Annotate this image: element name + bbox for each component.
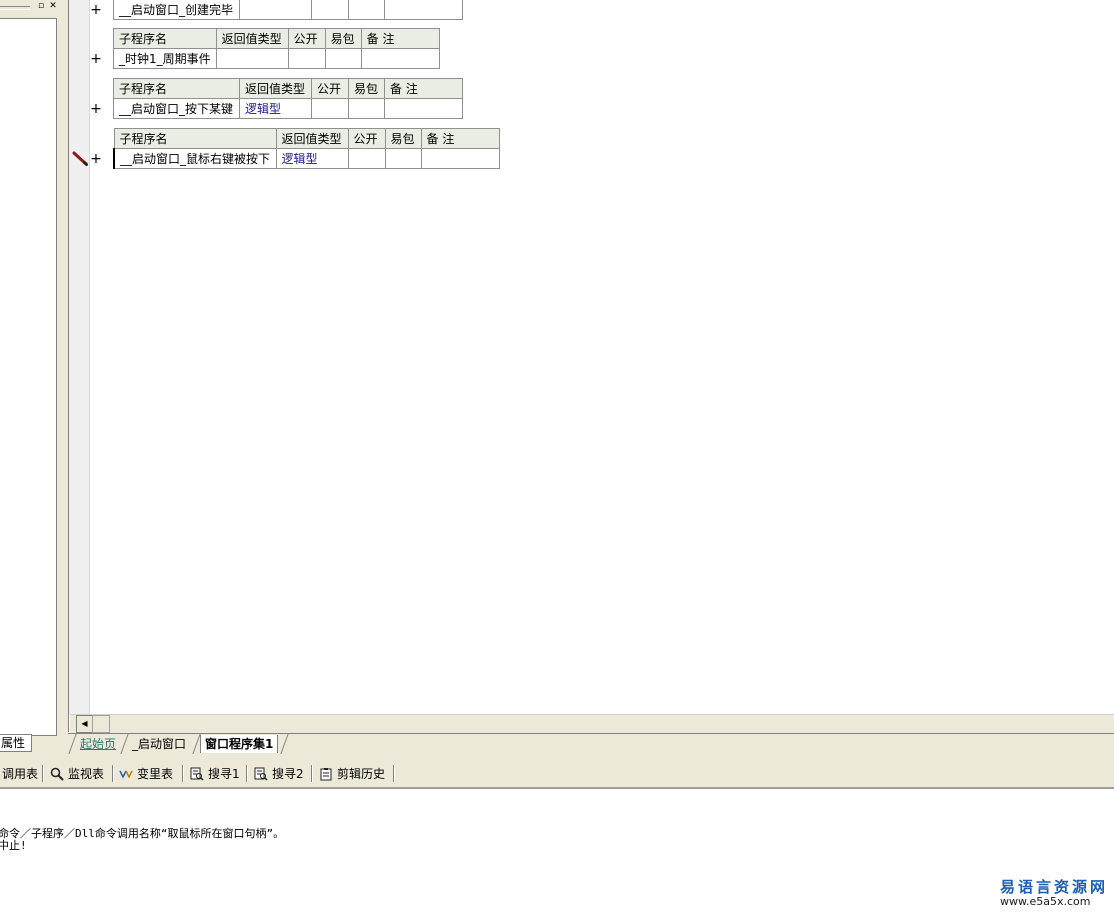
return-type-cell[interactable]: 逻辑型 (275, 148, 349, 169)
subroutine-name[interactable]: _时钟1_周期事件 (113, 48, 217, 69)
watermark-url: www.e5a5x.com (1000, 895, 1091, 908)
scroll-left-arrow-icon[interactable]: ◀ (76, 715, 93, 733)
public-cell[interactable] (311, 98, 349, 119)
table-header-row: 子程序名 返回值类型 公开 易包 备 注 (113, 128, 500, 149)
note-cell[interactable] (360, 48, 440, 69)
header-easy-pack: 易包 (348, 78, 385, 99)
expand-icon[interactable]: + (90, 52, 102, 66)
header-subroutine-name: 子程序名 (113, 28, 217, 49)
tab-label: 监视表 (68, 767, 105, 781)
tab-label: 调用表 (2, 767, 39, 781)
bottom-tab-bar: 调用表 监视表 变里表 搜寻1 搜寻2 剪辑历史 (0, 761, 1114, 789)
tab-label: 变里表 (137, 767, 174, 781)
scroll-thumb[interactable] (92, 715, 110, 733)
subroutine-table: 子程序名 返回值类型 公开 易包 备 注 __启动窗口_按下某键 逻辑型 (113, 78, 463, 119)
tab-search-1[interactable]: 搜寻1 (190, 765, 240, 783)
tab-clip-history[interactable]: 剪辑历史 (319, 765, 385, 783)
watermark-title: 易语言资源网 (1000, 878, 1109, 896)
output-line: 命令／子程序／Dll命令调用名称“取鼠标所在窗口句柄”。 (0, 827, 285, 840)
tab-window-assembly[interactable]: 窗口程序集1 (200, 735, 279, 753)
return-type-cell[interactable] (239, 0, 312, 20)
subroutine-name[interactable]: __启动窗口_按下某键 (113, 98, 240, 119)
public-cell[interactable] (287, 48, 326, 69)
tab-divider (112, 765, 114, 782)
header-note: 备 注 (420, 128, 500, 149)
note-cell[interactable] (420, 148, 500, 169)
header-public: 公开 (287, 28, 326, 49)
table-header-row: 子程序名 返回值类型 公开 易包 备 注 (113, 28, 440, 49)
header-return-type: 返回值类型 (239, 78, 312, 99)
public-cell[interactable] (347, 148, 386, 169)
search-list-icon (190, 767, 204, 781)
return-type-cell[interactable]: 逻辑型 (239, 98, 312, 119)
panel-title-bar: ▫ ✕ (0, 0, 62, 14)
easy-pack-cell[interactable] (384, 148, 422, 169)
subroutine-table: __启动窗口_创建完毕 (113, 0, 463, 20)
note-cell[interactable] (384, 98, 463, 119)
header-easy-pack: 易包 (384, 128, 422, 149)
tab-label: 搜寻2 (272, 767, 304, 781)
tab-divider (182, 765, 184, 782)
table-row: __启动窗口_鼠标右键被按下 逻辑型 (113, 148, 500, 169)
tab-divider (393, 765, 395, 782)
tab-variable-table[interactable]: 变里表 (119, 765, 173, 783)
easy-pack-cell[interactable] (324, 48, 362, 69)
tab-start-page[interactable]: 起始页 (76, 735, 120, 753)
tab-divider (311, 765, 313, 782)
tab-label: 剪辑历史 (337, 767, 386, 781)
tab-search-2[interactable]: 搜寻2 (254, 765, 304, 783)
table-row: __启动窗口_创建完毕 (113, 0, 463, 20)
table-row: __启动窗口_按下某键 逻辑型 (113, 98, 463, 119)
header-public: 公开 (311, 78, 349, 99)
tab-call-table[interactable]: 调用表 (2, 765, 38, 783)
expand-icon[interactable]: + (90, 152, 102, 166)
document-tab-bar: 起始页 _启动窗口 窗口程序集1 (68, 733, 1114, 756)
easy-pack-cell[interactable] (348, 0, 385, 20)
output-line: 中止! (0, 839, 27, 852)
table-row: _时钟1_周期事件 (113, 48, 440, 69)
search-list-icon (254, 767, 268, 781)
table-header-row: 子程序名 返回值类型 公开 易包 备 注 (113, 78, 463, 99)
tab-divider (280, 734, 289, 754)
header-public: 公开 (347, 128, 386, 149)
expand-icon[interactable]: + (90, 102, 102, 116)
public-cell[interactable] (311, 0, 349, 20)
header-note: 备 注 (360, 28, 440, 49)
subroutine-table: 子程序名 返回值类型 公开 易包 备 注 _时钟1_周期事件 (113, 28, 440, 69)
tab-watch-table[interactable]: 监视表 (50, 765, 104, 783)
header-return-type: 返回值类型 (275, 128, 349, 149)
header-note: 备 注 (384, 78, 463, 99)
output-panel[interactable]: 命令／子程序／Dll命令调用名称“取鼠标所在窗口句柄”。 中止! (0, 789, 1114, 914)
expand-icon[interactable]: + (90, 3, 102, 17)
tab-divider (246, 765, 248, 782)
variable-icon (119, 770, 133, 779)
header-easy-pack: 易包 (324, 28, 362, 49)
header-subroutine-name: 子程序名 (113, 128, 277, 149)
subroutine-table: 子程序名 返回值类型 公开 易包 备 注 __启动窗口_鼠标右键被按下 逻辑型 (113, 128, 500, 169)
header-return-type: 返回值类型 (215, 28, 289, 49)
easy-pack-cell[interactable] (348, 98, 385, 119)
subroutine-name[interactable]: __启动窗口_鼠标右键被按下 (113, 148, 277, 169)
header-subroutine-name: 子程序名 (113, 78, 240, 99)
note-cell[interactable] (384, 0, 463, 20)
horizontal-scrollbar[interactable]: ◀ (70, 714, 1114, 733)
subroutine-name[interactable]: __启动窗口_创建完毕 (113, 0, 240, 20)
panel-grip[interactable] (0, 6, 30, 10)
tab-divider (42, 765, 44, 782)
pin-icon[interactable]: ▫ (36, 1, 46, 11)
tab-properties[interactable]: 属性 (0, 734, 32, 752)
return-type-cell[interactable] (215, 48, 289, 69)
property-panel: ▫ ✕ 属性 (0, 0, 62, 755)
clipboard-icon (320, 768, 332, 781)
property-list[interactable] (0, 18, 57, 736)
tab-label: 搜寻1 (208, 767, 240, 781)
magnifier-icon (50, 767, 64, 781)
editor-gutter (69, 0, 90, 714)
edit-pencil-icon (72, 151, 88, 166)
tab-startup-window[interactable]: _启动窗口 (128, 735, 190, 753)
close-icon[interactable]: ✕ (48, 1, 58, 11)
